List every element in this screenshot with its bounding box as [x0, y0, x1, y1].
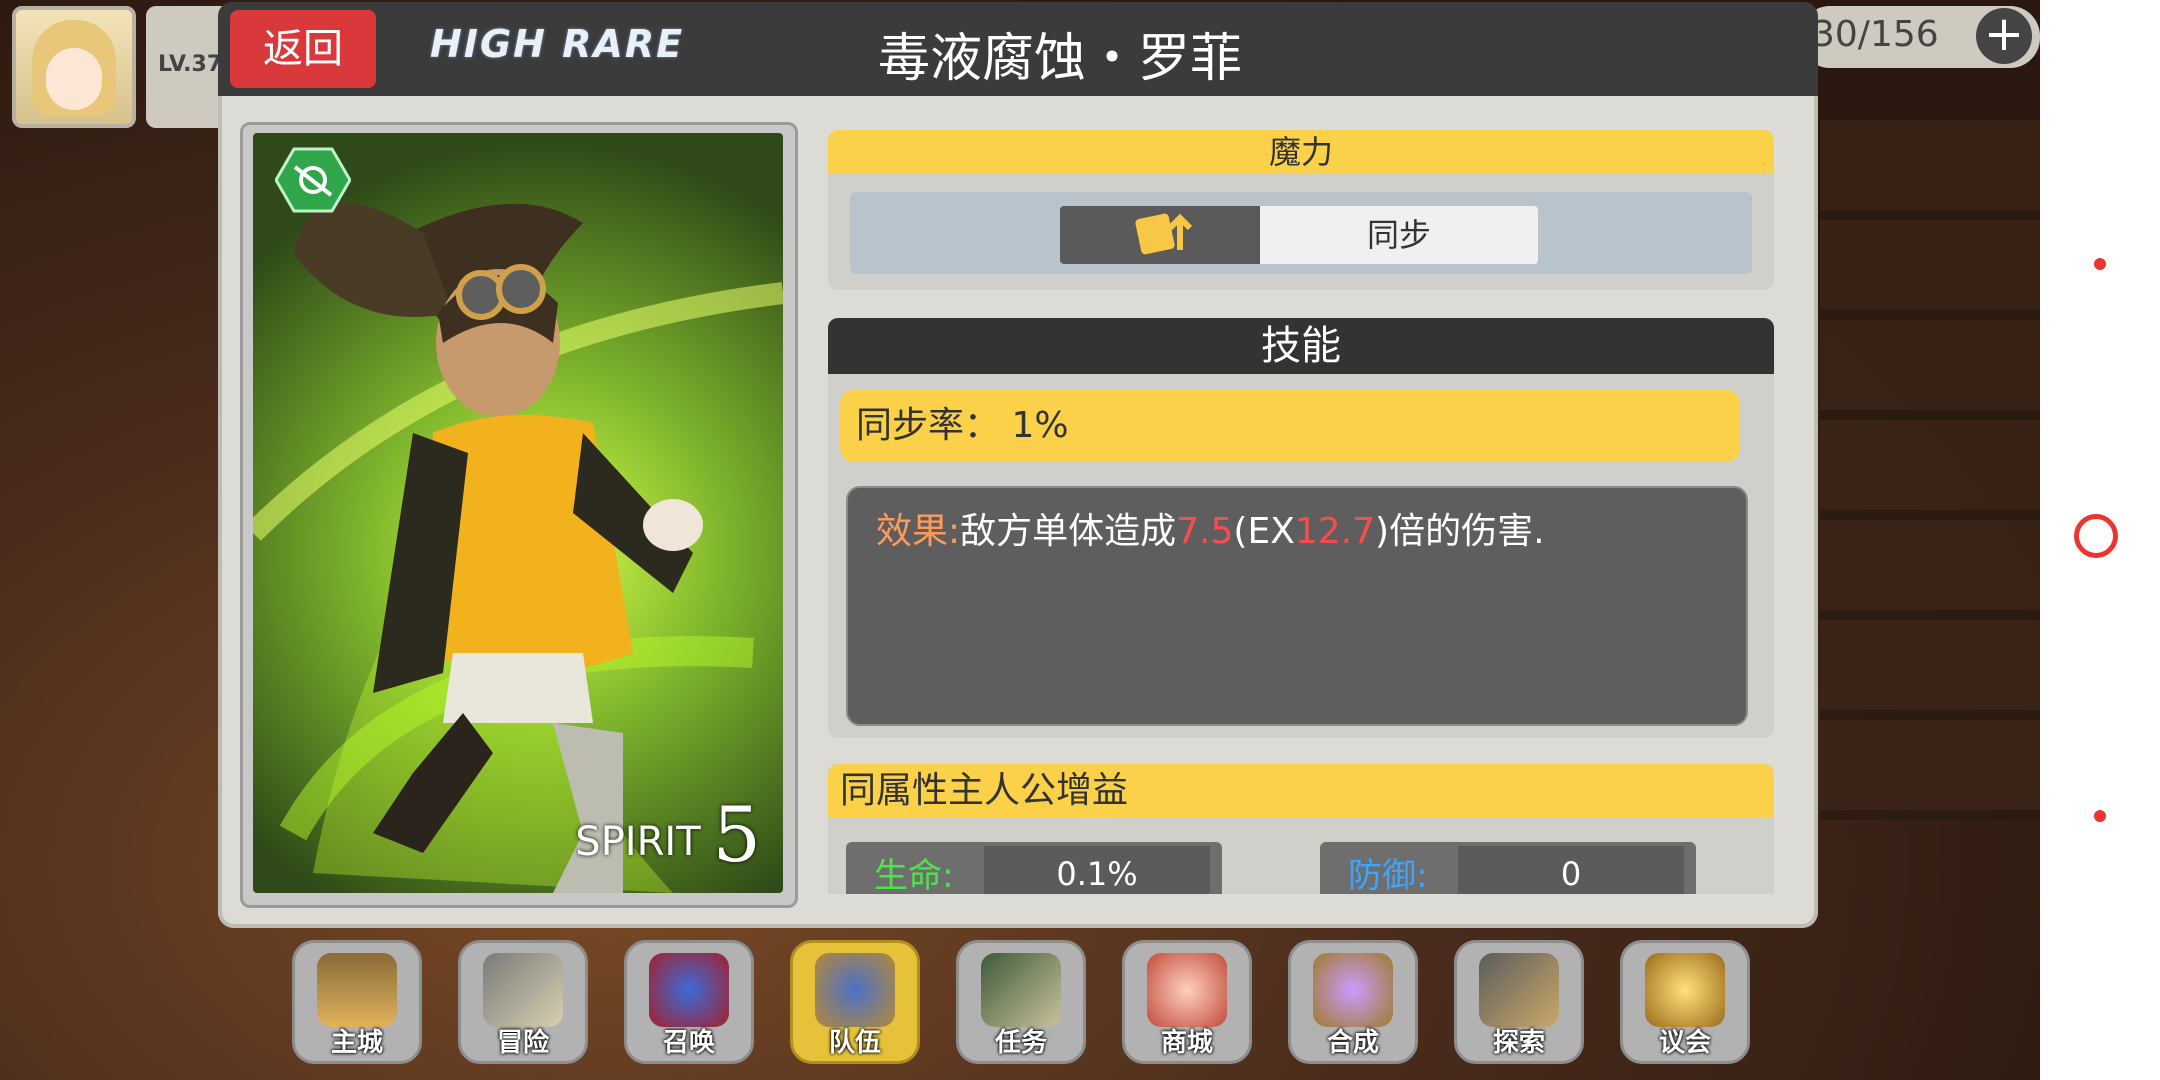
menu-label: 商城	[1160, 1028, 1213, 1058]
hp-value: 0.1%	[984, 846, 1210, 894]
character-artwork: SPIRIT 5	[253, 133, 783, 893]
menu-adventure[interactable]: 冒险	[458, 940, 588, 1064]
castle-icon	[317, 953, 397, 1027]
spirit-value: 5	[712, 790, 761, 879]
character-title: 毒液腐蚀・罗菲	[878, 29, 1243, 89]
menu-summon[interactable]: 召唤	[624, 940, 754, 1064]
nav-home-button[interactable]	[2074, 514, 2118, 558]
winged-shield-icon	[815, 953, 895, 1027]
resource-counter-text: 30/156	[1812, 14, 1939, 55]
spirit-label: SPIRIT	[575, 819, 701, 865]
modal-header: 返回 HIGH RARE 毒液腐蚀・罗菲	[218, 2, 1818, 96]
back-button[interactable]: 返回	[230, 10, 376, 88]
hp-label: 生命:	[874, 856, 954, 894]
character-detail-modal: 返回 HIGH RARE 毒液腐蚀・罗菲 SPIRIT 5 魔力 同步 技能 同…	[218, 2, 1818, 928]
crossed-swords-icon	[483, 953, 563, 1027]
magic-panel: 魔力 同步	[828, 130, 1774, 290]
menu-shop[interactable]: 商城	[1122, 940, 1252, 1064]
magic-header: 魔力	[828, 130, 1774, 174]
shovel-rope-icon	[1479, 953, 1559, 1027]
menu-team[interactable]: 队伍	[790, 940, 920, 1064]
spirit-cost: SPIRIT 5	[575, 790, 761, 879]
menu-label: 主城	[330, 1028, 383, 1058]
skill-header: 技能	[828, 318, 1774, 374]
effect-value-1: 7.5	[1176, 511, 1234, 552]
def-label: 防御:	[1348, 856, 1428, 894]
effect-text-3: )倍的伤害.	[1375, 511, 1545, 552]
background-bookshelf	[1820, 120, 2040, 820]
summon-card-icon	[649, 953, 729, 1027]
effect-text-1: 敌方单体造成	[960, 511, 1177, 552]
menu-craft[interactable]: 合成	[1288, 940, 1418, 1064]
def-value: 0	[1458, 846, 1684, 894]
character-card[interactable]: SPIRIT 5	[240, 122, 798, 908]
menu-label: 队伍	[828, 1028, 881, 1058]
effect-label: 效果:	[876, 511, 961, 552]
skill-panel: 技能 同步率： 1% 效果:敌方单体造成7.5(EX12.7)倍的伤害.	[828, 318, 1774, 738]
sync-toggle[interactable]: 同步	[1260, 206, 1538, 264]
menu-main-city[interactable]: 主城	[292, 940, 422, 1064]
player-level: LV.37	[158, 52, 223, 77]
nav-back-dot[interactable]	[2094, 258, 2106, 270]
quest-book-icon	[981, 953, 1061, 1027]
menu-label: 议会	[1658, 1028, 1711, 1058]
effect-value-2: 12.7	[1294, 511, 1376, 552]
rarity-label: HIGH RARE	[430, 22, 685, 66]
player-avatar[interactable]	[12, 6, 136, 128]
council-emblem-icon	[1645, 953, 1725, 1027]
menu-label: 合成	[1326, 1028, 1379, 1058]
menu-quest[interactable]: 任务	[956, 940, 1086, 1064]
level-up-toggle[interactable]	[1060, 206, 1260, 264]
potion-icon	[1313, 953, 1393, 1027]
menu-label: 任务	[994, 1028, 1047, 1058]
skill-effect-box: 效果:敌方单体造成7.5(EX12.7)倍的伤害.	[846, 486, 1748, 726]
buff-header: 同属性主人公增益	[828, 764, 1774, 818]
menu-label: 探索	[1492, 1028, 1545, 1058]
shop-tree-icon	[1147, 953, 1227, 1027]
character-illustration	[253, 202, 783, 893]
menu-label: 冒险	[496, 1028, 549, 1058]
level-up-icon	[1135, 213, 1193, 255]
menu-explore[interactable]: 探索	[1454, 940, 1584, 1064]
add-resource-button[interactable]: +	[1976, 8, 2032, 64]
def-stat: 防御: 0	[1320, 842, 1696, 894]
effect-text-2: (EX	[1233, 511, 1295, 552]
wind-element-icon	[275, 147, 351, 213]
hp-stat: 生命: 0.1%	[846, 842, 1222, 894]
magic-toggle: 同步	[850, 192, 1752, 274]
menu-label: 召唤	[662, 1028, 715, 1058]
nav-recent-dot[interactable]	[2094, 810, 2106, 822]
menu-council[interactable]: 议会	[1620, 940, 1750, 1064]
attribute-buff-panel: 同属性主人公增益 生命: 0.1% 防御: 0	[828, 764, 1774, 894]
sync-rate-bar: 同步率： 1%	[840, 390, 1740, 462]
